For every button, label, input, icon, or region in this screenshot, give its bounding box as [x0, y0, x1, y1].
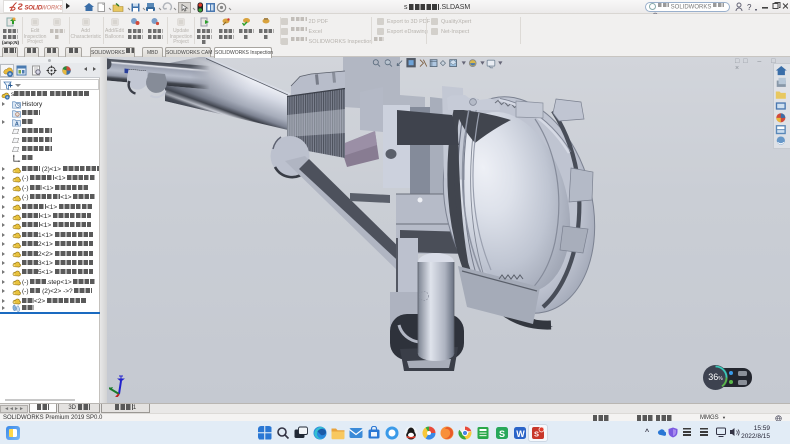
svg-text:W: W [516, 429, 525, 439]
svg-text:SOLID: SOLID [25, 6, 43, 12]
svg-text:?: ? [747, 3, 752, 12]
svg-text:WORKS: WORKS [41, 6, 62, 12]
svg-text:S: S [499, 429, 505, 439]
svg-text:S: S [534, 429, 539, 438]
